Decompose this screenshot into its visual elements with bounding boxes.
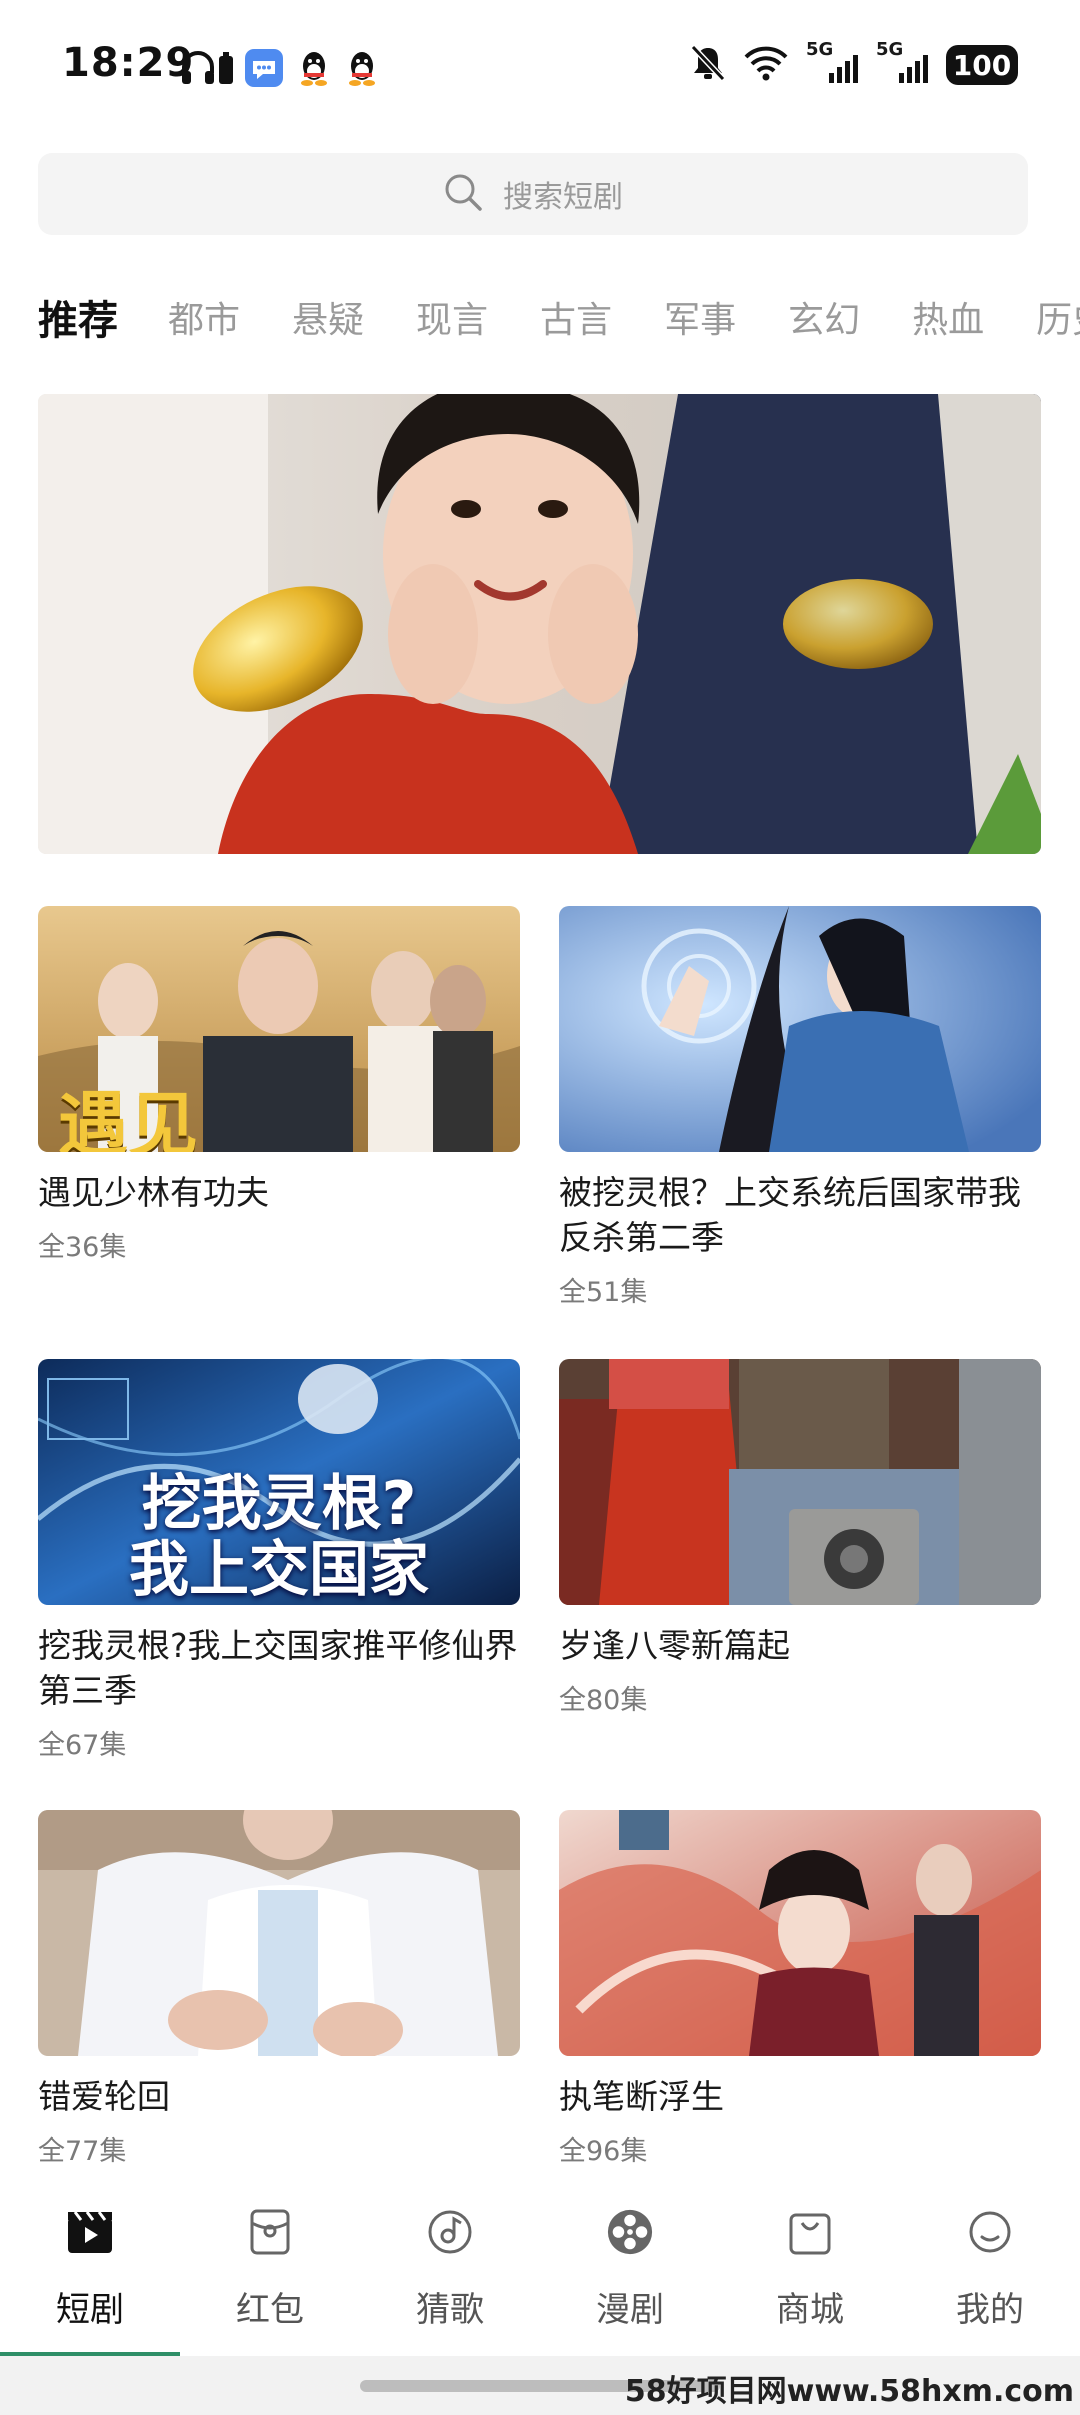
drama-title: 执笔断浮生 <box>559 2077 724 2116</box>
tab-ancient-romance[interactable]: 古言 <box>540 291 612 343</box>
tab-history[interactable]: 历史 <box>1036 291 1080 343</box>
nav-label: 红包 <box>236 2290 304 2330</box>
drama-poster <box>559 1810 1041 2056</box>
drama-episodes: 全80集 <box>559 1685 648 1716</box>
signal-icon: 5G <box>876 39 928 85</box>
nav-comic-drama[interactable]: 漫剧 <box>540 2176 720 2356</box>
bottom-nav: 短剧 红包 猜歌 漫剧 商城 我的 <box>0 2176 1080 2356</box>
promo-banner[interactable] <box>38 394 1041 854</box>
banner-image <box>38 394 1041 854</box>
poster-title-art: 遇见 <box>58 1084 198 1152</box>
drama-episodes: 全51集 <box>559 1277 648 1308</box>
search-placeholder: 搜索短剧 <box>503 180 623 215</box>
tab-suspense[interactable]: 悬疑 <box>292 291 364 343</box>
nav-red-packet[interactable]: 红包 <box>180 2176 360 2356</box>
drama-card[interactable]: 遇见 遇见少林有功夫 全36集 <box>38 906 520 1264</box>
status-bar: 18:29 5G 5G 100 <box>0 0 1080 135</box>
message-app-icon <box>244 48 284 88</box>
drama-title: 错爱轮回 <box>38 2077 170 2116</box>
red-packet-icon <box>246 2208 294 2256</box>
watermark: 58好项目网www.58hxm.com <box>624 2374 1074 2409</box>
wifi-icon <box>744 45 788 85</box>
drama-episodes: 全36集 <box>38 1232 127 1263</box>
qq-icon <box>344 48 380 88</box>
drama-poster <box>559 1359 1041 1605</box>
film-reel-icon <box>606 2208 654 2256</box>
nav-label: 短剧 <box>56 2290 124 2330</box>
drama-card[interactable]: 挖我灵根? 我上交国家 挖我灵根?我上交国家推平修仙界第三季 全67集 <box>38 1359 520 1762</box>
tab-urban[interactable]: 都市 <box>168 291 240 343</box>
drama-poster: 遇见 <box>38 906 520 1152</box>
drama-title: 挖我灵根?我上交国家推平修仙界第三季 <box>38 1626 518 1710</box>
tab-action[interactable]: 热血 <box>912 291 984 343</box>
headphones-icon <box>178 48 218 88</box>
status-right-group: 5G 5G 100 <box>690 39 1018 86</box>
nav-label: 商城 <box>776 2290 844 2330</box>
shopping-bag-icon <box>786 2208 834 2256</box>
drama-episodes: 全96集 <box>559 2136 648 2167</box>
tab-military[interactable]: 军事 <box>664 291 736 343</box>
system-gesture-area: 58好项目网www.58hxm.com <box>0 2356 1080 2415</box>
drama-card[interactable]: 被挖灵根？上交系统后国家带我反杀第二季 全51集 <box>559 906 1041 1309</box>
category-tabs: 推荐 都市 悬疑 现言 古言 军事 玄幻 热血 历史 <box>38 282 1080 352</box>
nav-label: 猜歌 <box>416 2290 484 2330</box>
nav-mine[interactable]: 我的 <box>900 2176 1080 2356</box>
music-disc-icon <box>426 2208 474 2256</box>
drama-episodes: 全67集 <box>38 1730 127 1761</box>
nav-mall[interactable]: 商城 <box>720 2176 900 2356</box>
tab-recommend[interactable]: 推荐 <box>38 288 118 346</box>
search-icon <box>443 172 483 216</box>
drama-card[interactable]: 岁逢八零新篇起 全80集 <box>559 1359 1041 1717</box>
mute-bell-icon <box>690 44 726 86</box>
drama-title: 遇见少林有功夫 <box>38 1173 269 1212</box>
drama-poster <box>38 1810 520 2056</box>
search-bar[interactable]: 搜索短剧 <box>38 153 1028 235</box>
drama-title: 岁逢八零新篇起 <box>559 1626 790 1665</box>
clapperboard-icon <box>66 2208 114 2256</box>
tab-fantasy[interactable]: 玄幻 <box>788 291 860 343</box>
drama-poster: 挖我灵根? 我上交国家 <box>38 1359 520 1605</box>
profile-face-icon <box>966 2208 1014 2256</box>
poster-title-art: 挖我灵根? 我上交国家 <box>129 1469 429 1605</box>
qq-icon <box>296 48 332 88</box>
drama-card[interactable]: 执笔断浮生 全96集 <box>559 1810 1041 2168</box>
drama-poster <box>559 906 1041 1152</box>
status-time: 18:29 <box>62 40 195 86</box>
drama-title: 被挖灵根？上交系统后国家带我反杀第二季 <box>559 1173 1021 1257</box>
battery-indicator: 100 <box>946 45 1018 85</box>
nav-label: 漫剧 <box>596 2290 664 2330</box>
battery-small-icon <box>218 48 234 88</box>
nav-label: 我的 <box>956 2290 1024 2330</box>
signal-icon: 5G <box>806 39 858 85</box>
tab-modern-romance[interactable]: 现言 <box>416 291 488 343</box>
nav-guess-song[interactable]: 猜歌 <box>360 2176 540 2356</box>
nav-short-drama[interactable]: 短剧 <box>0 2176 180 2356</box>
drama-episodes: 全77集 <box>38 2136 127 2167</box>
drama-card[interactable]: 错爱轮回 全77集 <box>38 1810 520 2168</box>
